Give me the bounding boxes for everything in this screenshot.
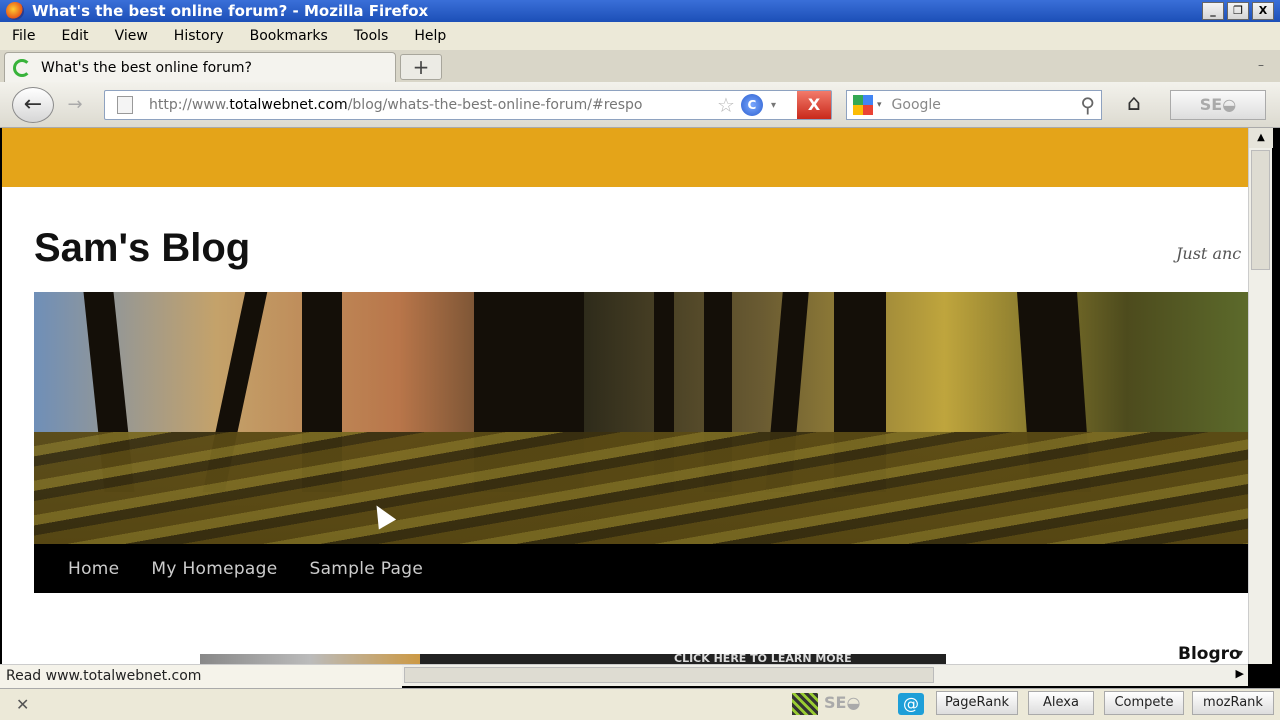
scroll-up-icon[interactable]: ▲ (1249, 128, 1273, 148)
search-box[interactable]: ▾ Google ⚲ (846, 90, 1102, 120)
url-history-dropdown-icon[interactable]: ▾ (771, 100, 776, 111)
loading-spinner-icon (13, 58, 31, 77)
stop-button[interactable]: X (797, 91, 831, 119)
search-engine-dropdown-icon[interactable]: ▾ (877, 100, 882, 110)
forest-floor (34, 432, 1248, 544)
tab-list-button[interactable]: – (1258, 58, 1264, 72)
window-title: What's the best online forum? - Mozilla … (32, 2, 429, 20)
pagerank-button[interactable]: PageRank (936, 691, 1018, 715)
menu-edit[interactable]: Edit (61, 28, 88, 44)
google-icon[interactable] (853, 95, 873, 115)
minimize-button[interactable]: _ (1202, 2, 1224, 20)
url-path: /blog/whats-the-best-online-forum/#respo (347, 97, 643, 113)
window-title-bar: What's the best online forum? - Mozilla … (0, 0, 1280, 22)
header-top-bar (2, 128, 1248, 187)
horizontal-scroll-thumb[interactable] (404, 667, 934, 683)
site-title[interactable]: Sam's Blog (34, 226, 250, 271)
menu-file[interactable]: File (12, 28, 35, 44)
blogroll-dropdown-icon[interactable]: ▾ (1238, 648, 1243, 659)
alexa-button[interactable]: Alexa (1028, 691, 1094, 715)
maximize-button[interactable]: ❐ (1227, 2, 1249, 20)
ad-banner-text: CLICK HERE TO LEARN MORE (674, 654, 852, 664)
nav-home[interactable]: Home (68, 559, 119, 579)
addon-graph-icon[interactable] (792, 693, 818, 715)
site-tagline: Just anc (1176, 244, 1242, 263)
tab-bar: What's the best online forum? + – (0, 50, 1280, 82)
firefox-logo-icon (6, 2, 24, 20)
url-text[interactable]: http://www.totalwebnet.com/blog/whats-th… (149, 97, 709, 113)
nav-my-homepage[interactable]: My Homepage (151, 559, 277, 579)
back-button[interactable]: ← (12, 87, 54, 123)
compete-button[interactable]: Compete (1104, 691, 1184, 715)
tab-title: What's the best online forum? (41, 59, 252, 76)
forward-button[interactable]: → (58, 92, 92, 118)
page-viewport: Sam's Blog Just anc Home My Homepage Sam… (2, 128, 1248, 664)
seo-toolbar-button[interactable]: SE◒ (1170, 90, 1266, 120)
at-sign-icon[interactable]: @ (898, 693, 924, 715)
search-placeholder[interactable]: Google (892, 97, 941, 113)
menu-tools[interactable]: Tools (354, 28, 389, 44)
page-icon (117, 96, 133, 114)
search-icon[interactable]: ⚲ (1080, 93, 1095, 117)
reload-icon[interactable]: C (740, 94, 763, 116)
menu-bar: File Edit View History Bookmarks Tools H… (0, 22, 1280, 50)
window-controls: _ ❐ X (1202, 2, 1274, 20)
status-link-text: Read www.totalwebnet.com (0, 664, 402, 688)
close-addon-bar-icon[interactable]: ✕ (16, 695, 29, 714)
menu-view[interactable]: View (115, 28, 148, 44)
header-forest-image (34, 292, 1248, 544)
navigation-toolbar: ← → http://www.totalwebnet.com/blog/what… (0, 82, 1280, 128)
url-prefix: http://www. (149, 97, 230, 113)
horizontal-scrollbar[interactable]: ▶ (402, 664, 1248, 686)
status-bar: ✕ SE◒ @ PageRank Alexa Compete mozRank (0, 688, 1280, 720)
site-nav-menu: Home My Homepage Sample Page (34, 544, 1248, 593)
tab-active[interactable]: What's the best online forum? (4, 52, 396, 82)
blogroll-heading: Blogro (1178, 644, 1241, 664)
ad-banner[interactable]: CLICK HERE TO LEARN MORE (200, 654, 946, 664)
seo-status-icon[interactable]: SE◒ (824, 693, 860, 712)
ad-banner-image (200, 654, 420, 664)
close-window-button[interactable]: X (1252, 2, 1274, 20)
vertical-scroll-thumb[interactable] (1251, 150, 1270, 270)
bookmark-star-icon[interactable]: ☆ (717, 93, 735, 117)
address-bar[interactable]: http://www.totalwebnet.com/blog/whats-th… (104, 90, 832, 120)
new-tab-button[interactable]: + (400, 54, 442, 80)
vertical-scrollbar[interactable]: ▲ (1248, 128, 1273, 664)
menu-bookmarks[interactable]: Bookmarks (250, 28, 328, 44)
scroll-right-icon[interactable]: ▶ (1236, 667, 1244, 680)
menu-history[interactable]: History (174, 28, 224, 44)
url-domain: totalwebnet.com (229, 97, 348, 113)
mozrank-button[interactable]: mozRank (1192, 691, 1274, 715)
home-button[interactable]: ⌂ (1110, 90, 1158, 120)
nav-sample-page[interactable]: Sample Page (310, 559, 424, 579)
menu-help[interactable]: Help (414, 28, 446, 44)
